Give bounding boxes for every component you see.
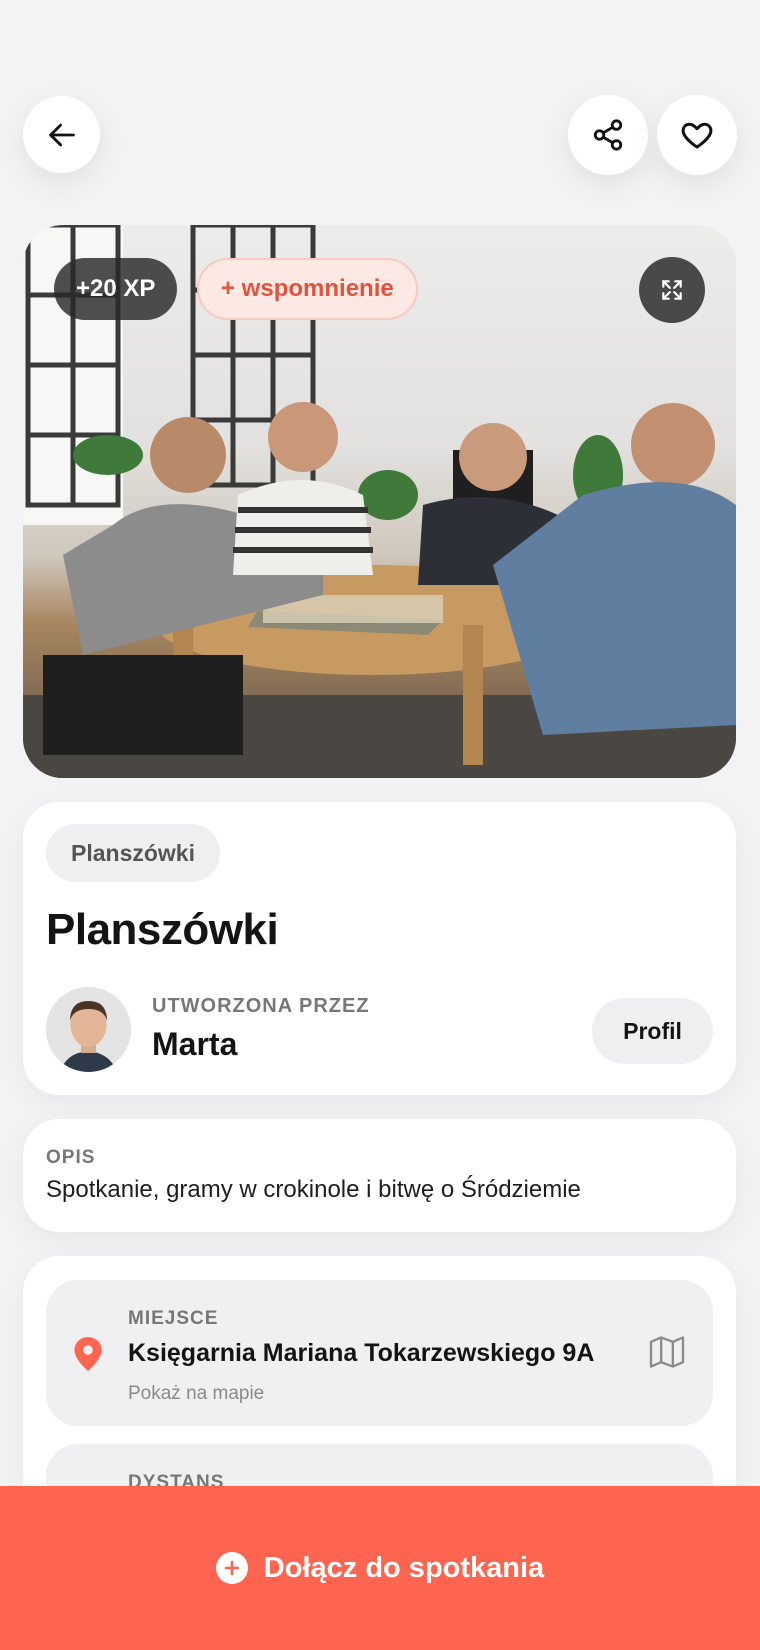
- description-label: OPIS: [46, 1147, 96, 1168]
- location-pin-icon: [74, 1337, 102, 1371]
- share-button[interactable]: [568, 95, 648, 175]
- place-row[interactable]: MIEJSCE Księgarnia Mariana Tokarzewskieg…: [46, 1280, 713, 1426]
- favorite-button[interactable]: [657, 95, 737, 175]
- profile-button[interactable]: Profil: [592, 998, 713, 1064]
- description-card: OPIS Spotkanie, gramy w crokinole i bitw…: [23, 1119, 736, 1232]
- description-text: Spotkanie, gramy w crokinole i bitwę o Ś…: [46, 1176, 581, 1203]
- join-meeting-button[interactable]: Dołącz do spotkania: [0, 1486, 760, 1650]
- back-button[interactable]: [23, 96, 100, 173]
- heart-outline-icon: [681, 122, 713, 149]
- creator-name: Marta: [152, 1026, 238, 1062]
- expand-button[interactable]: [639, 257, 705, 323]
- created-by-label: UTWORZONA PRZEZ: [152, 995, 370, 1017]
- place-label: MIEJSCE: [128, 1308, 219, 1329]
- avatar-portrait: [46, 987, 131, 1072]
- map-icon[interactable]: [649, 1336, 685, 1368]
- category-chip[interactable]: Planszówki: [46, 824, 220, 882]
- memory-badge[interactable]: + wspomnienie: [197, 258, 418, 320]
- event-title: Planszówki: [46, 905, 279, 954]
- place-value: Księgarnia Mariana Tokarzewskiego 9A: [128, 1339, 595, 1367]
- plus-circle-icon: [215, 1552, 248, 1584]
- xp-badge: +20 XP: [54, 258, 178, 320]
- event-photo[interactable]: +20 XP + wspomnienie: [23, 225, 736, 778]
- event-header-card: Planszówki Planszówki UTWORZONA PRZEZ Ma…: [23, 802, 736, 1095]
- top-bar: [23, 95, 737, 176]
- join-meeting-label: Dołącz do spotkania: [263, 1551, 545, 1584]
- show-on-map-link[interactable]: Pokaż na mapie: [128, 1383, 264, 1405]
- share-icon: [593, 119, 623, 151]
- arrow-left-icon: [48, 123, 75, 146]
- expand-icon: [662, 280, 682, 300]
- creator-avatar[interactable]: [46, 987, 131, 1072]
